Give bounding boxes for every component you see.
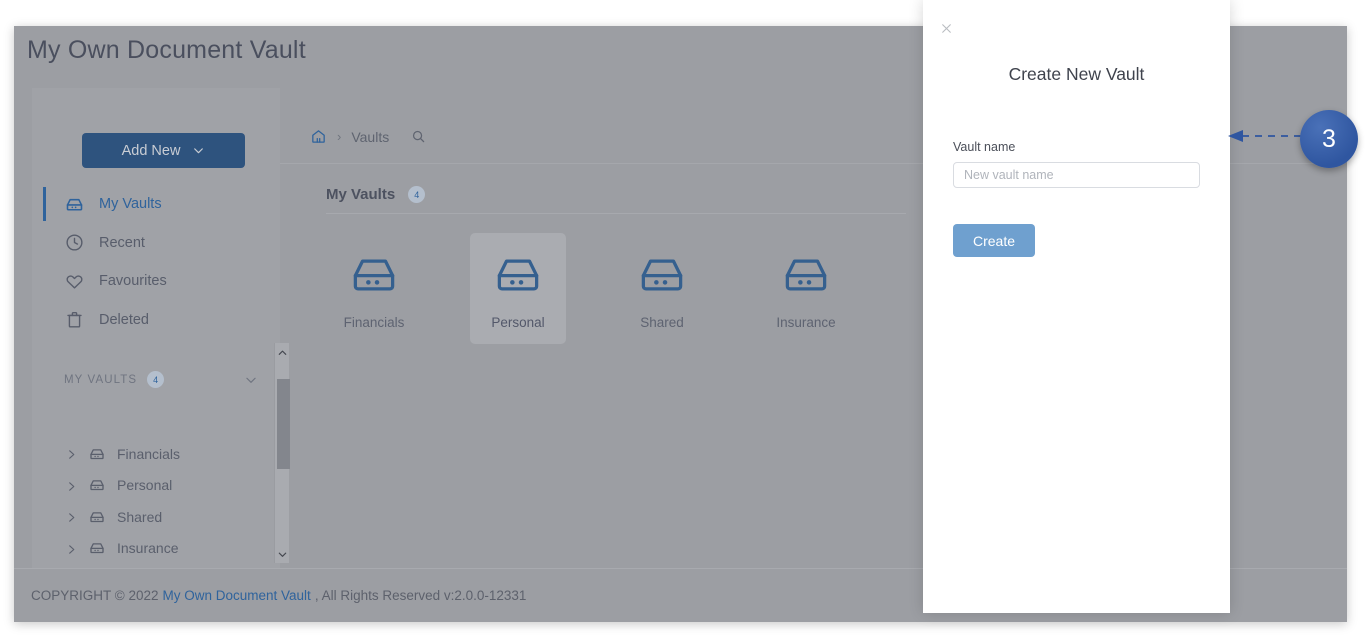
tree-item-personal[interactable]: Personal (32, 470, 280, 502)
tree-item-label: Shared (117, 508, 163, 525)
add-new-label: Add New (121, 142, 181, 159)
vault-icon (780, 249, 832, 301)
chevron-right-icon[interactable] (66, 511, 77, 522)
section-count-badge: 4 (408, 186, 426, 203)
create-button[interactable]: Create (953, 224, 1035, 257)
annotation-badge-3: 3 (1300, 110, 1358, 168)
vault-icon (88, 539, 106, 557)
arrow-left-icon (1228, 130, 1304, 142)
add-new-button[interactable]: Add New (82, 133, 245, 168)
page-title: My Own Document Vault (27, 36, 306, 64)
tree-item-financials[interactable]: Financials (32, 438, 280, 470)
vault-tree: Financials Personal Shared Insurance (32, 438, 280, 564)
clock-icon (64, 232, 85, 253)
close-icon[interactable] (940, 22, 953, 39)
vault-card-label: Insurance (776, 315, 836, 330)
modal-title: Create New Vault (1008, 64, 1145, 84)
sidebar-item-deleted[interactable]: Deleted (32, 301, 280, 340)
tree-item-shared[interactable]: Shared (32, 501, 280, 533)
vault-icon (492, 249, 544, 301)
sidebar-group-count: 4 (147, 371, 165, 388)
chevron-down-icon[interactable] (244, 373, 258, 387)
create-new-vault-panel: Create New Vault Vault name (923, 0, 1230, 613)
copyright-suffix: , All Rights Reserved v:2.0.0-12331 (314, 588, 527, 603)
annotation-number: 3 (1322, 124, 1336, 153)
vault-icon (88, 508, 106, 526)
tree-item-label: Personal (117, 477, 173, 494)
chevron-right-icon[interactable] (66, 448, 77, 459)
chevron-right-icon[interactable] (66, 480, 77, 491)
copyright-prefix: COPYRIGHT © 2022 (31, 588, 159, 603)
home-icon[interactable] (310, 128, 327, 145)
breadcrumb-separator: › (337, 129, 342, 144)
sidebar-item-label: Recent (99, 234, 145, 251)
vault-grid: Financials Personal Shared Insurance (326, 233, 902, 344)
tree-item-insurance[interactable]: Insurance (32, 533, 280, 565)
sidebar-group-title: MY VAULTS (64, 373, 138, 386)
chevron-down-icon (192, 144, 205, 157)
footer-brand-link[interactable]: My Own Document Vault (163, 588, 311, 603)
vault-name-input[interactable] (953, 162, 1200, 188)
sidebar: Add New My Vaults Recent Favourites Dele… (32, 88, 290, 568)
vault-icon (348, 249, 400, 301)
sidebar-nav: My Vaults Recent Favourites Deleted (32, 185, 280, 339)
vault-card-personal[interactable]: Personal (470, 233, 566, 344)
vault-icon (636, 249, 688, 301)
vault-card-label: Shared (640, 315, 684, 330)
section-header: My Vaults 4 (326, 186, 426, 203)
sidebar-item-label: Favourites (99, 273, 167, 290)
sidebar-item-recent[interactable]: Recent (32, 224, 280, 263)
section-divider (326, 213, 906, 214)
vault-name-label: Vault name (953, 140, 1016, 154)
vault-icon (88, 476, 106, 494)
tree-item-label: Insurance (117, 540, 179, 557)
sidebar-item-favourites[interactable]: Favourites (32, 262, 280, 301)
trash-icon (64, 309, 85, 330)
vault-card-shared[interactable]: Shared (614, 233, 710, 344)
vault-icon (88, 445, 106, 463)
vault-card-insurance[interactable]: Insurance (758, 233, 854, 344)
tree-item-label: Financials (117, 445, 181, 462)
screenshot-root: My Own Document Vault Add New My Vaults … (0, 0, 1370, 640)
vault-card-label: Personal (491, 315, 545, 330)
search-icon[interactable] (411, 129, 426, 144)
vault-card-financials[interactable]: Financials (326, 233, 422, 344)
sidebar-group-my-vaults[interactable]: MY VAULTS 4 (64, 371, 264, 388)
heart-icon (64, 271, 85, 292)
vault-card-label: Financials (343, 315, 405, 330)
sidebar-item-label: My Vaults (99, 196, 162, 213)
chevron-right-icon[interactable] (66, 543, 77, 554)
sidebar-item-label: Deleted (99, 311, 149, 328)
vault-icon (64, 194, 85, 215)
breadcrumb-current[interactable]: Vaults (351, 129, 389, 145)
breadcrumb: › Vaults (310, 128, 426, 145)
sidebar-item-my-vaults[interactable]: My Vaults (32, 185, 280, 224)
section-title: My Vaults (326, 186, 396, 203)
